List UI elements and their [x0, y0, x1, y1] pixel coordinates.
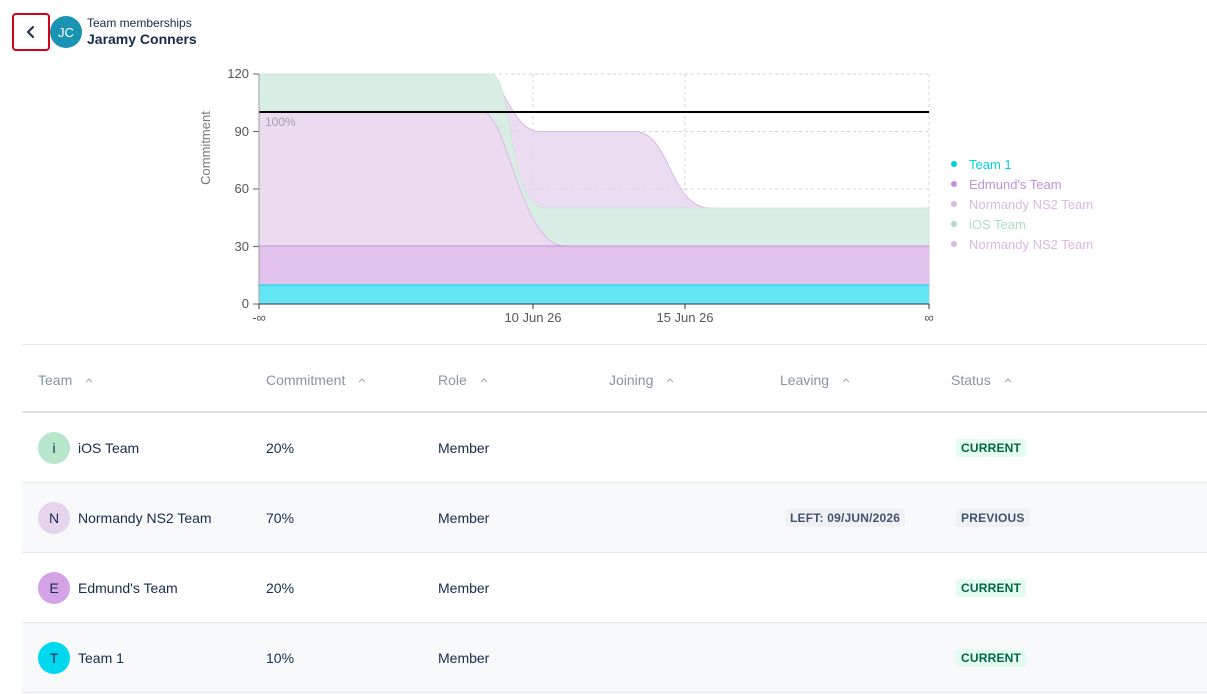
commitment-cell: 20% — [266, 439, 295, 456]
role-cell: Member — [438, 649, 490, 666]
column-header-team[interactable]: Team — [38, 372, 94, 388]
y-tick-label: 60 — [235, 181, 249, 196]
legend-item[interactable]: Edmund's Team — [951, 177, 1062, 192]
team-cell: T Team 1 — [38, 623, 124, 692]
chevron-up-icon — [85, 378, 93, 383]
x-axis-ticks — [258, 304, 930, 309]
table-row[interactable]: T Team 1 10% Member CURRENT — [22, 623, 1207, 693]
chevron-up-icon — [1004, 378, 1012, 383]
team-name: Team 1 — [78, 649, 124, 666]
chevron-up-icon — [842, 378, 850, 383]
team-cell: N Normandy NS2 Team — [38, 483, 212, 552]
role-cell: Member — [438, 509, 490, 526]
legend-item[interactable]: Team 1 — [951, 157, 1012, 172]
team-avatar: E — [38, 571, 70, 604]
legend-label: Edmund's Team — [969, 177, 1062, 192]
column-header-status[interactable]: Status — [951, 372, 1013, 388]
team-name: Normandy NS2 Team — [78, 509, 212, 526]
reference-line-label: 100% — [265, 115, 296, 129]
legend-item[interactable]: iOS Team — [951, 217, 1026, 232]
commitment-cell: 10% — [266, 649, 295, 666]
commitment-chart: 100% 0 30 60 90 120 -∞ 10 Jun 26 15 Jun … — [198, 66, 1093, 325]
back-button[interactable] — [12, 13, 50, 51]
y-tick-label: 120 — [227, 66, 249, 81]
team-avatar: T — [38, 641, 70, 674]
team-cell: i iOS Team — [38, 413, 139, 482]
chart-legend: Team 1 Edmund's Team Normandy NS2 Team i… — [951, 157, 1093, 252]
legend-label: iOS Team — [969, 217, 1026, 232]
chevron-left-icon — [27, 26, 34, 38]
legend-dot — [951, 221, 957, 227]
column-header-joining[interactable]: Joining — [609, 372, 675, 388]
column-header-label: Leaving — [780, 372, 830, 388]
y-tick-label: 30 — [235, 239, 249, 254]
team-cell: E Edmund's Team — [38, 553, 178, 622]
page-header: JC Team memberships Jaramy Conners — [12, 12, 197, 52]
column-header-leaving[interactable]: Leaving — [780, 372, 851, 388]
commitment-cell: 20% — [266, 579, 295, 596]
status-badge: CURRENT — [956, 578, 1027, 597]
team-name: Edmund's Team — [78, 579, 178, 596]
page-title: Team memberships Jaramy Conners — [87, 16, 197, 48]
legend-label: Normandy NS2 Team — [969, 197, 1093, 212]
column-header-commitment[interactable]: Commitment — [266, 372, 367, 388]
column-header-label: Status — [951, 372, 991, 388]
status-cell: CURRENT — [956, 623, 1027, 692]
column-header-label: Joining — [609, 372, 654, 388]
status-badge: CURRENT — [956, 648, 1027, 667]
table-row[interactable]: E Edmund's Team 20% Member CURRENT — [22, 553, 1207, 623]
column-header-label: Commitment — [266, 372, 346, 388]
column-header-label: Team — [38, 372, 73, 388]
legend-dot — [951, 201, 957, 207]
chevron-up-icon — [358, 378, 366, 383]
legend-dot — [951, 181, 957, 187]
y-axis-ticks — [253, 73, 259, 305]
page-subtitle: Team memberships — [87, 16, 192, 30]
team-avatar: N — [38, 501, 70, 534]
legend-dot — [951, 161, 957, 167]
user-name: Jaramy Conners — [87, 31, 197, 47]
chevron-up-icon — [480, 378, 488, 383]
team-name: iOS Team — [78, 439, 140, 456]
memberships-table: Team Commitment Role Joining Leaving Sta… — [22, 344, 1207, 693]
y-tick-label: 90 — [235, 124, 249, 139]
legend-dot — [951, 241, 957, 247]
x-tick-label: -∞ — [252, 310, 266, 325]
status-badge: PREVIOUS — [956, 508, 1030, 527]
avatar: JC — [50, 16, 82, 48]
table-row[interactable]: i iOS Team 20% Member CURRENT — [22, 413, 1207, 483]
legend-item[interactable]: Normandy NS2 Team — [951, 237, 1093, 252]
y-axis-label: Commitment — [198, 111, 213, 185]
legend-item[interactable]: Normandy NS2 Team — [951, 197, 1093, 212]
leaving-cell: LEFT: 09/JUN/2026 — [785, 483, 906, 552]
x-tick-label: ∞ — [924, 310, 933, 325]
table-header: Team Commitment Role Joining Leaving Sta… — [22, 344, 1207, 413]
status-cell: CURRENT — [956, 553, 1027, 622]
role-cell: Member — [438, 439, 490, 456]
area-team-1 — [259, 285, 929, 304]
column-header-role[interactable]: Role — [438, 372, 489, 388]
team-avatar: i — [38, 431, 70, 464]
chevron-up-icon — [666, 378, 674, 383]
status-badge: CURRENT — [956, 438, 1027, 457]
y-tick-label: 0 — [242, 296, 249, 311]
status-cell: PREVIOUS — [956, 483, 1030, 552]
x-tick-label: 10 Jun 26 — [504, 310, 561, 325]
x-tick-label: 15 Jun 26 — [656, 310, 713, 325]
status-cell: CURRENT — [956, 413, 1027, 482]
column-header-label: Role — [438, 372, 467, 388]
leaving-badge: LEFT: 09/JUN/2026 — [785, 508, 906, 527]
commitment-cell: 70% — [266, 509, 295, 526]
legend-label: Normandy NS2 Team — [969, 237, 1093, 252]
legend-label: Team 1 — [969, 157, 1012, 172]
role-cell: Member — [438, 579, 490, 596]
table-row[interactable]: N Normandy NS2 Team 70% Member LEFT: 09/… — [22, 483, 1207, 553]
